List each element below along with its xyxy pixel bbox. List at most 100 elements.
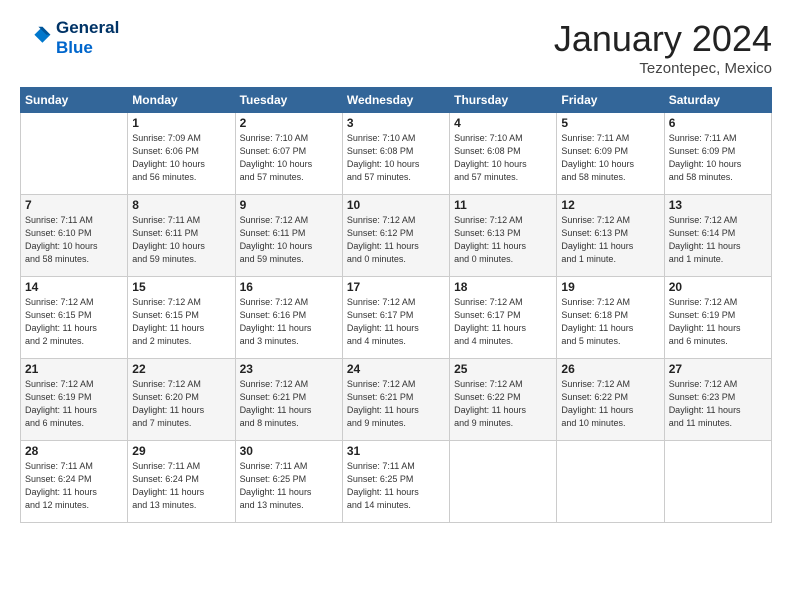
day-number: 22 [132,362,230,376]
calendar-cell: 31Sunrise: 7:11 AM Sunset: 6:25 PM Dayli… [342,441,449,523]
day-info: Sunrise: 7:12 AM Sunset: 6:13 PM Dayligh… [454,214,552,266]
day-info: Sunrise: 7:11 AM Sunset: 6:24 PM Dayligh… [25,460,123,512]
day-info: Sunrise: 7:11 AM Sunset: 6:10 PM Dayligh… [25,214,123,266]
day-number: 27 [669,362,767,376]
calendar-cell: 29Sunrise: 7:11 AM Sunset: 6:24 PM Dayli… [128,441,235,523]
day-info: Sunrise: 7:12 AM Sunset: 6:13 PM Dayligh… [561,214,659,266]
day-number: 15 [132,280,230,294]
calendar-cell: 17 Sunrise: 7:12 AM Sunset: 6:17 PM Dayli… [342,277,449,359]
day-info: Sunrise: 7:11 AM Sunset: 6:25 PM Dayligh… [240,460,338,512]
calendar-week-5: 28 Sunrise: 7:11 AM Sunset: 6:24 PM Dayli… [21,441,772,523]
calendar-cell [664,441,771,523]
day-number: 25 [454,362,552,376]
day-number: 21 [25,362,123,376]
calendar-cell: 11 Sunrise: 7:12 AM Sunset: 6:13 PM Dayli… [450,195,557,277]
day-number: 14 [25,280,123,294]
calendar-cell [21,113,128,195]
day-number: 30 [240,444,338,458]
calendar-cell: 4 Sunrise: 7:10 AM Sunset: 6:08 PM Daylig… [450,113,557,195]
location: Tezontepec, Mexico [554,60,772,77]
day-number: 8 [132,198,230,212]
logo-icon [20,22,52,54]
calendar-cell [557,441,664,523]
calendar-cell: 8 Sunrise: 7:11 AM Sunset: 6:11 PM Daylig… [128,195,235,277]
day-info: Sunrise: 7:11 AM Sunset: 6:11 PM Dayligh… [132,214,230,266]
calendar-header-row: SundayMondayTuesdayWednesdayThursdayFrid… [21,88,772,113]
day-header-saturday: Saturday [664,88,771,113]
day-number: 31 [347,444,445,458]
calendar-cell: 2 Sunrise: 7:10 AM Sunset: 6:07 PM Daylig… [235,113,342,195]
calendar-cell: 16Sunrise: 7:12 AM Sunset: 6:16 PM Dayli… [235,277,342,359]
day-info: Sunrise: 7:12 AM Sunset: 6:17 PM Dayligh… [347,296,445,348]
day-number: 2 [240,116,338,130]
calendar-cell: 27 Sunrise: 7:12 AM Sunset: 6:23 PM Dayli… [664,359,771,441]
header: General Blue January 2024 Tezontepec, Me… [20,18,772,77]
day-number: 28 [25,444,123,458]
calendar-table: SundayMondayTuesdayWednesdayThursdayFrid… [20,87,772,523]
day-number: 7 [25,198,123,212]
day-number: 26 [561,362,659,376]
calendar-cell: 13Sunrise: 7:12 AM Sunset: 6:14 PM Dayli… [664,195,771,277]
page: General Blue January 2024 Tezontepec, Me… [0,0,792,612]
day-number: 9 [240,198,338,212]
day-info: Sunrise: 7:12 AM Sunset: 6:16 PM Dayligh… [240,296,338,348]
day-info: Sunrise: 7:10 AM Sunset: 6:07 PM Dayligh… [240,132,338,184]
day-number: 6 [669,116,767,130]
day-info: Sunrise: 7:12 AM Sunset: 6:21 PM Dayligh… [240,378,338,430]
day-number: 20 [669,280,767,294]
calendar-cell: 7 Sunrise: 7:11 AM Sunset: 6:10 PM Daylig… [21,195,128,277]
day-header-sunday: Sunday [21,88,128,113]
calendar-cell: 3 Sunrise: 7:10 AM Sunset: 6:08 PM Daylig… [342,113,449,195]
day-info: Sunrise: 7:10 AM Sunset: 6:08 PM Dayligh… [454,132,552,184]
day-info: Sunrise: 7:12 AM Sunset: 6:22 PM Dayligh… [561,378,659,430]
day-info: Sunrise: 7:11 AM Sunset: 6:09 PM Dayligh… [669,132,767,184]
day-info: Sunrise: 7:12 AM Sunset: 6:11 PM Dayligh… [240,214,338,266]
calendar-cell: 10 Sunrise: 7:12 AM Sunset: 6:12 PM Dayli… [342,195,449,277]
calendar-cell: 18 Sunrise: 7:12 AM Sunset: 6:17 PM Dayli… [450,277,557,359]
day-number: 19 [561,280,659,294]
day-info: Sunrise: 7:12 AM Sunset: 6:17 PM Dayligh… [454,296,552,348]
month-title: January 2024 [554,18,772,60]
day-number: 13 [669,198,767,212]
day-number: 12 [561,198,659,212]
day-info: Sunrise: 7:12 AM Sunset: 6:15 PM Dayligh… [25,296,123,348]
calendar-cell: 9 Sunrise: 7:12 AM Sunset: 6:11 PM Daylig… [235,195,342,277]
day-info: Sunrise: 7:12 AM Sunset: 6:15 PM Dayligh… [132,296,230,348]
calendar-week-4: 21Sunrise: 7:12 AM Sunset: 6:19 PM Dayli… [21,359,772,441]
day-header-wednesday: Wednesday [342,88,449,113]
day-info: Sunrise: 7:10 AM Sunset: 6:08 PM Dayligh… [347,132,445,184]
calendar-week-1: 1Sunrise: 7:09 AM Sunset: 6:06 PM Daylig… [21,113,772,195]
calendar-week-2: 7 Sunrise: 7:11 AM Sunset: 6:10 PM Daylig… [21,195,772,277]
day-number: 17 [347,280,445,294]
day-number: 4 [454,116,552,130]
day-number: 23 [240,362,338,376]
calendar-cell: 1Sunrise: 7:09 AM Sunset: 6:06 PM Daylig… [128,113,235,195]
day-header-thursday: Thursday [450,88,557,113]
day-header-tuesday: Tuesday [235,88,342,113]
day-info: Sunrise: 7:11 AM Sunset: 6:09 PM Dayligh… [561,132,659,184]
day-header-friday: Friday [557,88,664,113]
calendar-cell: 28 Sunrise: 7:11 AM Sunset: 6:24 PM Dayli… [21,441,128,523]
day-info: Sunrise: 7:12 AM Sunset: 6:18 PM Dayligh… [561,296,659,348]
day-number: 3 [347,116,445,130]
day-number: 18 [454,280,552,294]
day-number: 24 [347,362,445,376]
calendar-cell: 30 Sunrise: 7:11 AM Sunset: 6:25 PM Dayli… [235,441,342,523]
day-info: Sunrise: 7:12 AM Sunset: 6:12 PM Dayligh… [347,214,445,266]
calendar-cell: 12 Sunrise: 7:12 AM Sunset: 6:13 PM Dayli… [557,195,664,277]
day-number: 1 [132,116,230,130]
calendar-cell: 15 Sunrise: 7:12 AM Sunset: 6:15 PM Dayli… [128,277,235,359]
logo: General Blue [20,18,119,57]
day-number: 10 [347,198,445,212]
calendar-cell: 20 Sunrise: 7:12 AM Sunset: 6:19 PM Dayli… [664,277,771,359]
title-block: January 2024 Tezontepec, Mexico [554,18,772,77]
day-info: Sunrise: 7:12 AM Sunset: 6:21 PM Dayligh… [347,378,445,430]
day-info: Sunrise: 7:12 AM Sunset: 6:19 PM Dayligh… [669,296,767,348]
calendar-cell: 19 Sunrise: 7:12 AM Sunset: 6:18 PM Dayli… [557,277,664,359]
calendar-cell: 24 Sunrise: 7:12 AM Sunset: 6:21 PM Dayli… [342,359,449,441]
logo-text: General Blue [56,18,119,57]
day-number: 11 [454,198,552,212]
calendar-cell: 23 Sunrise: 7:12 AM Sunset: 6:21 PM Dayli… [235,359,342,441]
day-info: Sunrise: 7:12 AM Sunset: 6:23 PM Dayligh… [669,378,767,430]
calendar-cell: 6 Sunrise: 7:11 AM Sunset: 6:09 PM Daylig… [664,113,771,195]
